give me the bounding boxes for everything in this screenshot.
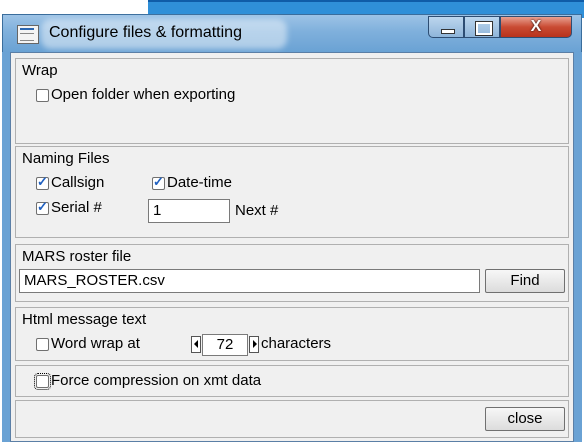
serial-label[interactable]: Serial #	[51, 199, 102, 216]
datetime-label[interactable]: Date-time	[167, 174, 232, 191]
roster-panel-title: MARS roster file	[22, 248, 132, 265]
next-serial-label: Next #	[235, 202, 279, 219]
next-serial-input[interactable]: 1	[148, 199, 230, 223]
close-icon: X	[530, 18, 542, 35]
open-folder-label[interactable]: Open folder when exporting	[51, 86, 235, 103]
compression-panel: Force compression on xmt data	[15, 365, 569, 397]
naming-files-panel: Naming Files Callsign Date-time Serial #…	[15, 146, 569, 238]
increment-arrow-icon[interactable]	[249, 336, 259, 353]
naming-files-title: Naming Files	[22, 150, 110, 167]
window-title: Configure files & formatting	[49, 24, 242, 41]
serial-checkbox[interactable]	[36, 199, 49, 215]
title-bar[interactable]: Configure files & formatting X	[2, 14, 582, 52]
maximize-icon	[475, 21, 493, 36]
find-button[interactable]: Find	[485, 269, 565, 293]
wrap-width-input[interactable]: 72	[202, 334, 248, 356]
decrement-arrow-icon[interactable]	[191, 336, 201, 353]
minimize-button[interactable]	[428, 16, 464, 38]
minimize-icon	[441, 29, 455, 34]
force-compression-checkbox[interactable]	[34, 373, 51, 390]
word-wrap-label[interactable]: Word wrap at	[51, 335, 140, 352]
dialog-content: Wrap Open folder when exporting Naming F…	[10, 52, 574, 442]
characters-label: characters	[261, 335, 332, 352]
roster-panel: MARS roster file MARS_ROSTER.csv Find	[15, 244, 569, 302]
roster-file-input[interactable]: MARS_ROSTER.csv	[19, 269, 480, 293]
callsign-checkbox[interactable]	[36, 174, 49, 190]
close-window-button[interactable]: X	[500, 16, 572, 38]
open-folder-checkbox[interactable]	[36, 89, 49, 102]
footer-panel: close	[15, 400, 569, 438]
force-compression-label[interactable]: Force compression on xmt data	[51, 372, 261, 389]
callsign-label[interactable]: Callsign	[51, 174, 104, 191]
datetime-checkbox[interactable]	[152, 174, 165, 190]
wrap-panel-title: Wrap	[22, 62, 58, 79]
html-message-panel: Html message text Word wrap at 72 charac…	[15, 307, 569, 361]
word-wrap-checkbox[interactable]	[36, 338, 49, 351]
wrap-panel: Wrap Open folder when exporting	[15, 58, 569, 144]
html-message-title: Html message text	[22, 311, 147, 328]
app-icon	[17, 25, 39, 44]
close-button[interactable]: close	[485, 407, 565, 431]
configure-dialog: Configure files & formatting X Wrap Open…	[2, 14, 582, 442]
maximize-button[interactable]	[464, 16, 500, 38]
